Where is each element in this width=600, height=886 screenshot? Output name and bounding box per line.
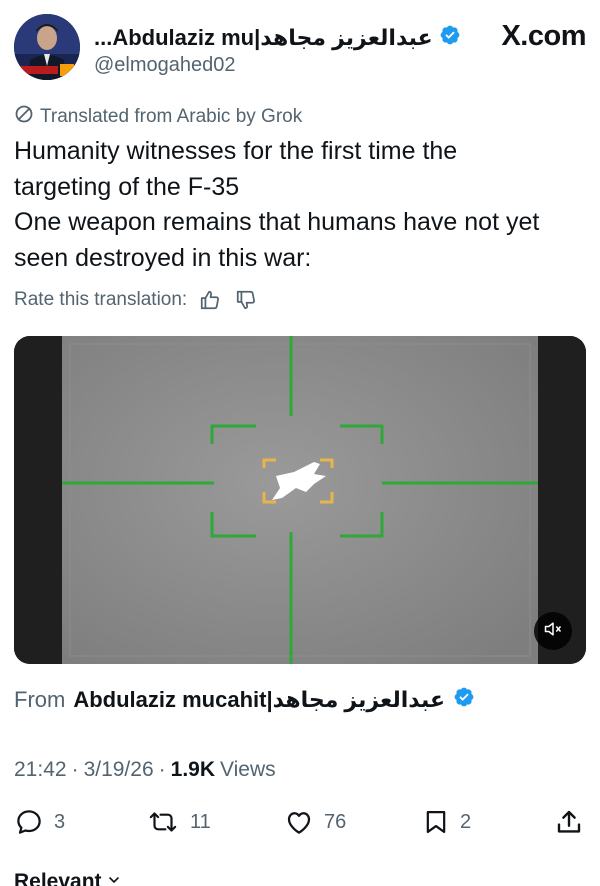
reply-button[interactable]: 3 — [14, 804, 65, 840]
thumbs-down-icon[interactable] — [233, 288, 259, 312]
translation-note: Translated from Arabic by Grok — [14, 104, 302, 130]
rate-translation: Rate this translation: — [14, 288, 259, 312]
separator: · — [71, 758, 79, 781]
thumbs-up-icon[interactable] — [197, 288, 223, 312]
reply-icon — [14, 807, 44, 837]
x-com-logo[interactable]: X.com — [501, 20, 586, 53]
video-source: From Abdulaziz mucahit|عبدالعزيز مجاهد — [14, 686, 475, 714]
bookmark-count: 2 — [460, 810, 472, 833]
tweet-line: One weapon remains that humans have not … — [14, 208, 540, 236]
action-bar: 3 11 76 2 — [14, 804, 586, 844]
tweet-text: Humanity witnesses for the first time th… — [14, 134, 586, 276]
brand-label: X.com — [501, 20, 586, 52]
tweet-date[interactable]: 3/19/26 — [84, 758, 154, 782]
video-player[interactable] — [14, 336, 586, 664]
handle[interactable]: @elmogahed02 — [94, 54, 236, 77]
tweet-line: targeting of the F-35 — [14, 172, 240, 201]
source-name[interactable]: Abdulaziz mucahit|عبدالعزيز مجاهد — [73, 687, 445, 713]
verified-badge-icon — [439, 24, 461, 51]
relevant-label: Relevant — [14, 870, 102, 886]
reply-count: 3 — [54, 810, 66, 833]
like-count: 76 — [324, 810, 347, 833]
rate-label: Rate this translation: — [14, 289, 188, 310]
mute-button[interactable] — [534, 612, 572, 650]
heart-icon — [284, 807, 314, 837]
tweet-header: ...Abdulaziz mu|عبدالعزيز مجاهد @elmogah… — [14, 14, 586, 84]
repost-icon — [146, 807, 180, 837]
from-label: From — [14, 687, 66, 712]
share-button[interactable] — [554, 804, 584, 840]
share-icon — [554, 807, 584, 837]
tweet-time[interactable]: 21:42 — [14, 758, 67, 782]
repost-button[interactable]: 11 — [146, 804, 211, 840]
name-row: ...Abdulaziz mu|عبدالعزيز مجاهد — [94, 24, 461, 51]
repost-count: 11 — [190, 810, 211, 833]
views-label: Views — [220, 758, 276, 781]
sort-replies-dropdown[interactable]: Relevant — [14, 870, 122, 886]
verified-badge-icon — [453, 686, 475, 714]
tweet-line: Humanity witnesses for the first time th… — [14, 137, 458, 165]
bookmark-button[interactable]: 2 — [422, 804, 471, 840]
tweet-line: seen destroyed in this war: — [14, 243, 312, 272]
video-frame — [14, 336, 586, 664]
tweet-meta: 21:42 · 3/19/26 · 1.9K Views — [14, 758, 276, 782]
translate-icon — [14, 104, 34, 130]
views-count: 1.9K — [170, 758, 215, 781]
chevron-down-icon — [106, 870, 122, 886]
translation-note-text: Translated from Arabic by Grok — [40, 106, 303, 127]
separator: · — [158, 758, 166, 781]
avatar[interactable] — [14, 14, 80, 80]
bookmark-icon — [422, 807, 450, 837]
display-name[interactable]: ...Abdulaziz mu|عبدالعزيز مجاهد — [94, 25, 433, 51]
speaker-muted-icon — [543, 619, 563, 644]
like-button[interactable]: 76 — [284, 804, 346, 840]
